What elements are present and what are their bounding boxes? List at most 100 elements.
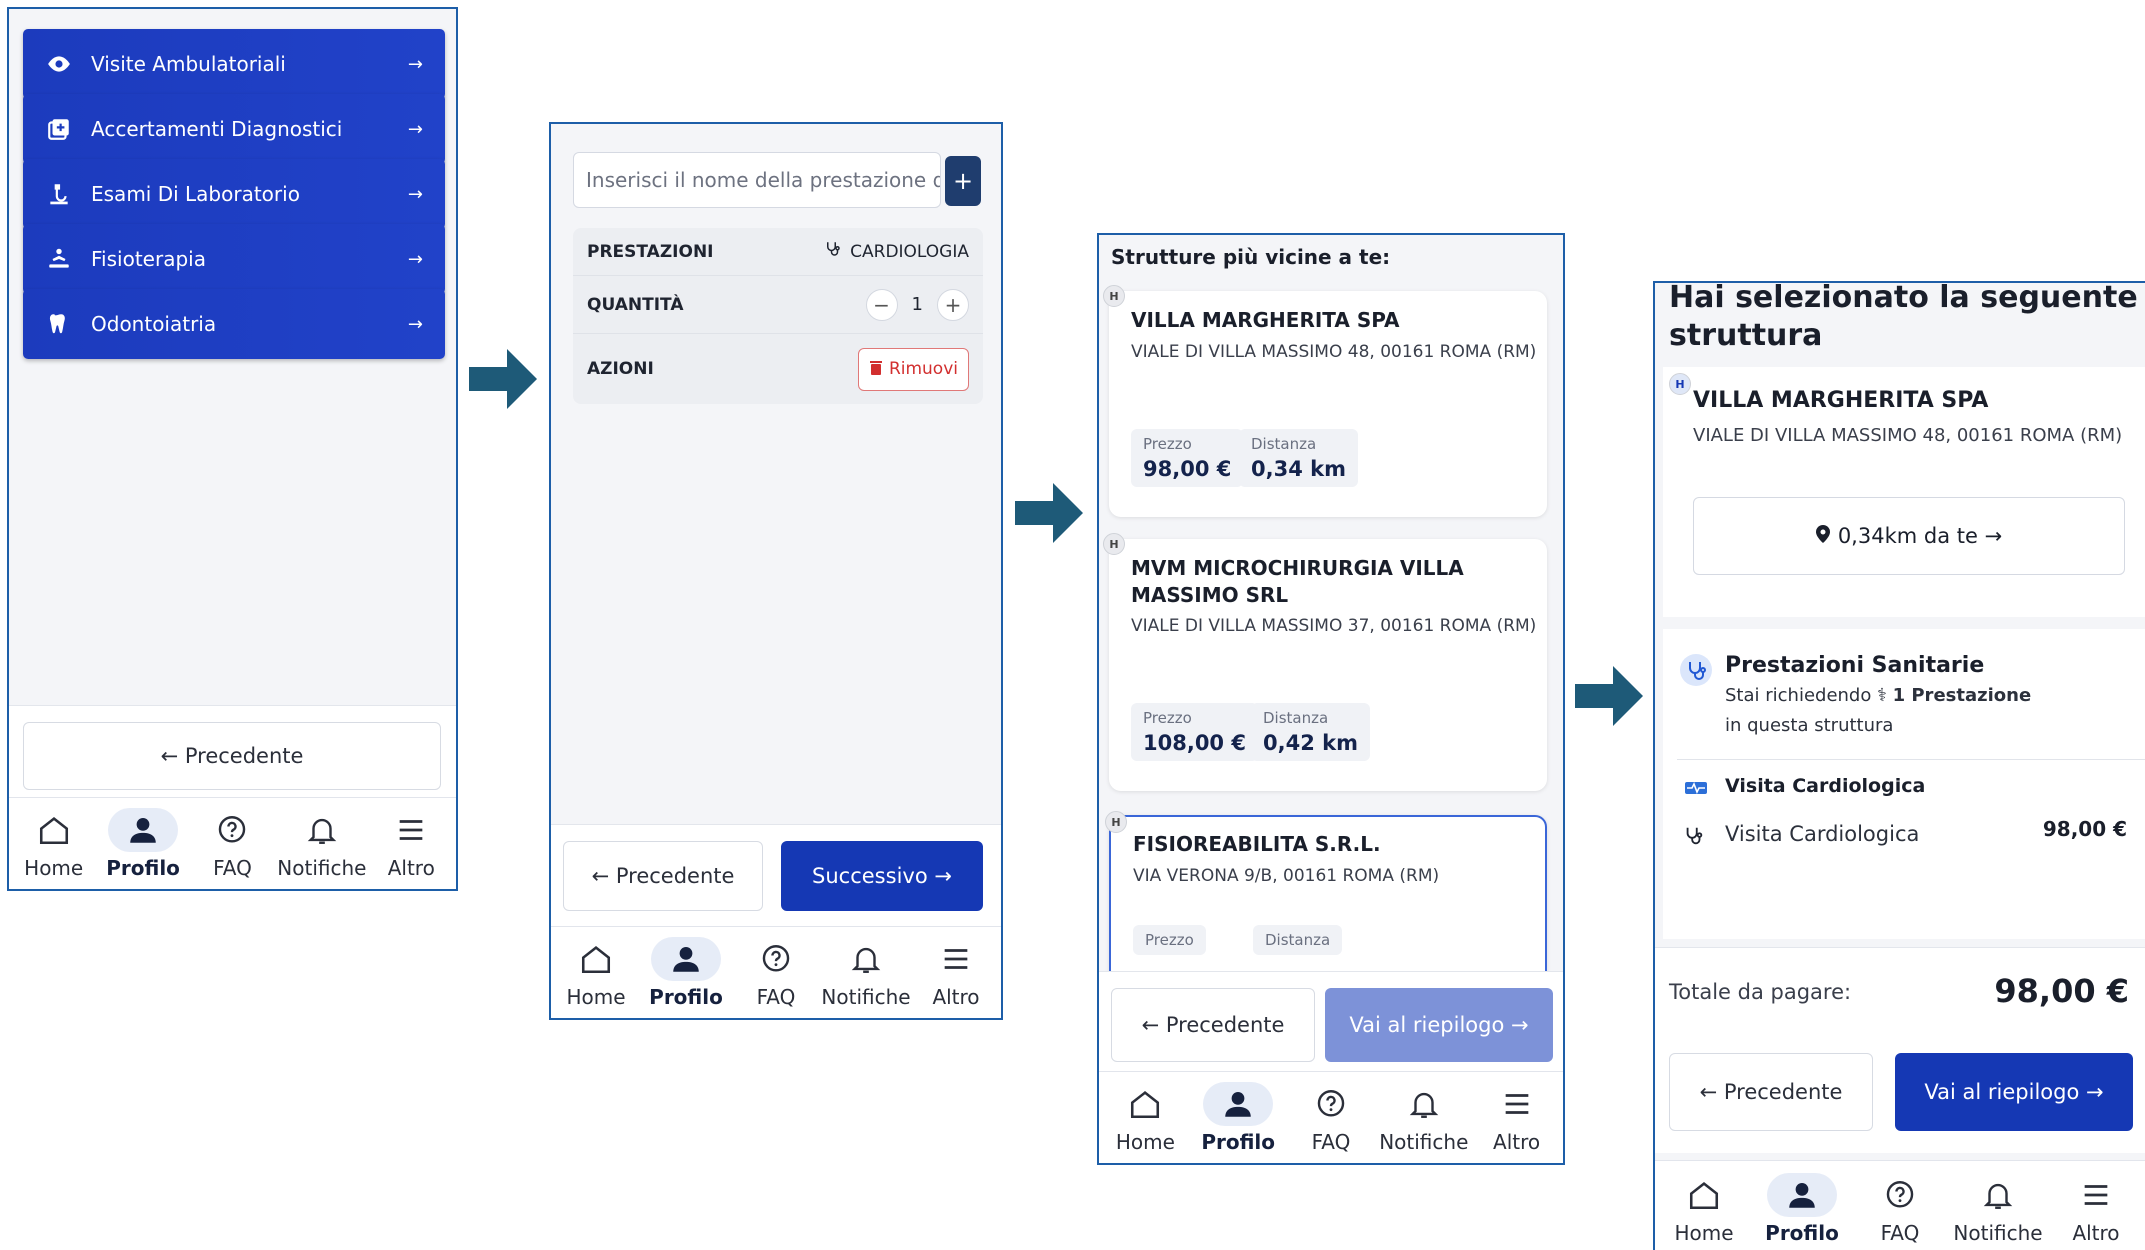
service-search-input[interactable]: Inserisci il nome della prestazione d [573,152,941,208]
nav-altro[interactable]: Altro [367,808,456,880]
menu-label: Fisioterapia [91,247,206,271]
summary-button[interactable]: Vai al riepilogo → [1895,1053,2133,1131]
structure-address: VIA VERONA 9/B, 00161 ROMA (RM) [1133,866,1440,886]
bottom-navigation: Home Profilo FAQ Notifiche Altro [9,797,456,889]
menu-button-odontoiatria[interactable]: Odontoiatria → [23,289,445,359]
distance-chip: Distanza 0,34 km [1239,429,1358,487]
menu-button-esami-laboratorio[interactable]: Esami Di Laboratorio → [23,159,445,229]
price-label: Prezzo [1143,435,1192,453]
screen-service-selection: Inserisci il nome della prestazione d + … [549,122,1003,1020]
nav-label: Notifiche [277,855,367,880]
nav-label: Notifiche [821,984,911,1009]
nav-home[interactable]: Home [1099,1082,1192,1154]
trash-icon [869,359,883,380]
nav-label: Profilo [1201,1129,1276,1154]
flow-arrow-icon [1575,664,1645,728]
nav-home[interactable]: Home [9,808,98,880]
nav-label: Profilo [106,855,180,880]
nav-label: Notifiche [1953,1220,2043,1245]
price-chip: Prezzo 108,00 € [1131,703,1258,761]
next-button[interactable]: Successivo → [781,841,983,911]
bell-icon [1389,1082,1459,1126]
flow-canvas: Visite Ambulatoriali → Accertamenti Diag… [0,0,2145,1250]
structure-card[interactable]: H VILLA MARGHERITA SPA VIALE DI VILLA MA… [1103,285,1547,517]
nav-notifiche[interactable]: Notifiche [1949,1173,2047,1245]
price-value: 108,00 € [1143,731,1246,755]
nav-faq[interactable]: FAQ [188,808,277,880]
stethoscope-icon [824,240,842,263]
nav-faq[interactable]: FAQ [731,937,821,1009]
nav-label: Altro [2072,1220,2120,1245]
distance-button[interactable]: 0,34km da te → [1693,497,2125,575]
eye-icon [45,50,73,78]
hospital-pin-icon: H [1103,533,1125,555]
arrow-right-icon: → [407,118,423,140]
nav-faq[interactable]: FAQ [1285,1082,1378,1154]
structure-address: VIALE DI VILLA MASSIMO 48, 00161 ROMA (R… [1131,342,1537,362]
physiotherapy-icon [45,245,73,273]
total-label: Totale da pagare: [1669,980,1852,1004]
structure-card-selected[interactable]: H FISIOREABILITA S.R.L. VIA VERONA 9/B, … [1105,811,1547,995]
previous-button[interactable]: ← Precedente [23,722,441,790]
decrement-button[interactable]: − [865,288,898,321]
tooth-icon [45,310,73,338]
lab-icon [45,180,73,208]
add-service-button[interactable]: + [945,156,981,206]
nav-label: FAQ [213,855,252,880]
nav-label: FAQ [756,984,796,1009]
flow-arrow-icon [469,347,539,411]
menu-button-visite-ambulatoriali[interactable]: Visite Ambulatoriali → [23,29,445,99]
menu-button-accertamenti-diagnostici[interactable]: Accertamenti Diagnostici → [23,94,445,164]
stethoscope-icon: ⚕ [1877,685,1893,706]
quantity-stepper: − 1 + [865,288,969,321]
arrow-right-icon: → [407,313,423,335]
nav-label: Home [24,855,84,880]
nav-notifiche[interactable]: Notifiche [1377,1082,1470,1154]
prestazioni-label: PRESTAZIONI [587,241,714,262]
menu-button-fisioterapia[interactable]: Fisioterapia → [23,224,445,294]
nav-altro[interactable]: Altro [911,937,1001,1009]
total-value: 98,00 € [1994,972,2129,1010]
selected-service-table: PRESTAZIONI CARDIOLOGIA QUANTITÀ − 1 + A… [573,228,983,404]
increment-button[interactable]: + [937,288,969,321]
summary-button[interactable]: Vai al riepilogo → [1325,988,1553,1062]
previous-button[interactable]: ← Precedente [1669,1053,1873,1131]
table-row: AZIONI Rimuovi [573,334,983,404]
user-icon [1203,1081,1274,1126]
quantity-value: 1 [911,294,923,315]
menu-icon [2061,1173,2131,1217]
nav-altro[interactable]: Altro [1470,1082,1563,1154]
nav-notifiche[interactable]: Notifiche [277,808,366,880]
nav-faq[interactable]: FAQ [1851,1173,1949,1245]
menu-icon [921,937,991,981]
location-pin-icon [1815,524,1830,548]
remove-button[interactable]: Rimuovi [857,347,969,391]
nav-profilo[interactable]: Profilo [98,807,187,880]
nav-label: Profilo [649,984,723,1009]
home-icon [561,937,631,981]
nav-label: FAQ [1880,1220,1920,1245]
nav-altro[interactable]: Altro [2047,1173,2145,1245]
nav-home[interactable]: Home [551,937,641,1009]
structure-address: VIALE DI VILLA MASSIMO 48, 00161 ROMA (R… [1693,425,2123,446]
nav-home[interactable]: Home [1655,1173,1753,1245]
distance-chip: Distanza [1253,925,1343,955]
nav-label: Altro [1493,1129,1541,1154]
hospital-pin-icon: H [1105,811,1127,833]
services-prefix: Stai richiedendo [1725,685,1872,706]
previous-button[interactable]: ← Precedente [563,841,763,911]
heart-monitor-icon [1683,779,1709,805]
previous-button[interactable]: ← Precedente [1111,988,1315,1062]
diagnostic-icon [45,115,73,143]
total-row: Totale da pagare: 98,00 € [1655,947,2145,1043]
nav-profilo[interactable]: Profilo [1753,1172,1851,1245]
hospital-pin-icon: H [1103,285,1125,307]
services-subtitle: Stai richiedendo ⚕ 1 Prestazione in ques… [1725,681,2031,741]
nav-notifiche[interactable]: Notifiche [821,937,911,1009]
nav-profilo[interactable]: Profilo [1192,1081,1285,1154]
structure-card[interactable]: H MVM MICROCHIRURGIA VILLA MASSIMO SRL V… [1103,533,1547,791]
arrow-right-icon: → [407,53,423,75]
home-icon [19,808,89,852]
nav-label: FAQ [1311,1129,1351,1154]
nav-profilo[interactable]: Profilo [641,936,731,1009]
